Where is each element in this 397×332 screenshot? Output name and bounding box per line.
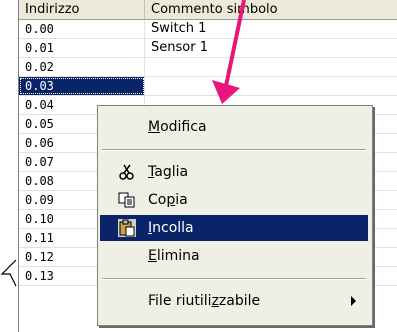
menu-accelerator: E bbox=[148, 248, 157, 264]
menu-label: limina bbox=[156, 248, 200, 264]
submenu-arrow-icon bbox=[351, 296, 356, 306]
menu-label: File riutili bbox=[148, 293, 212, 309]
column-header-address[interactable]: Indirizzo bbox=[19, 0, 145, 20]
menu-label: odifica bbox=[160, 119, 207, 135]
comment-cell[interactable] bbox=[145, 77, 397, 95]
menu-item-incolla[interactable]: Incolla bbox=[100, 215, 368, 241]
scissors-icon bbox=[119, 164, 134, 180]
address-cell[interactable]: 0.02 bbox=[19, 58, 145, 76]
mouse-cursor-icon bbox=[0, 259, 17, 287]
menu-accelerator: p bbox=[166, 192, 176, 208]
address-cell[interactable]: 0.00 bbox=[19, 20, 145, 38]
comment-cell[interactable]: Sensor 1 bbox=[145, 39, 397, 57]
menu-item-taglia[interactable]: Taglia bbox=[100, 159, 368, 185]
column-header-comment[interactable]: Commento simbolo bbox=[145, 0, 397, 20]
menu-label: Co bbox=[148, 192, 167, 208]
menu-item-file-riutilizzabile[interactable]: File riutilizzabile bbox=[100, 288, 368, 314]
menu-label: ia bbox=[175, 192, 188, 208]
annotation-arrow-icon bbox=[212, 0, 246, 104]
address-cell-selected[interactable]: 0.03 bbox=[19, 77, 145, 95]
copy-icon bbox=[118, 192, 135, 208]
menu-accelerator: M bbox=[148, 119, 161, 135]
menu-item-modifica[interactable]: Modifica bbox=[100, 114, 368, 140]
menu-separator bbox=[102, 278, 366, 280]
menu-label: aglia bbox=[154, 164, 189, 180]
menu-label: zabile bbox=[218, 293, 261, 309]
menu-item-copia[interactable]: Copia bbox=[100, 187, 368, 213]
menu-accelerator: z bbox=[211, 293, 219, 309]
address-cell[interactable]: 0.01 bbox=[19, 39, 145, 57]
menu-separator bbox=[102, 149, 366, 151]
menu-item-elimina[interactable]: Elimina bbox=[100, 243, 368, 269]
menu-label: ncolla bbox=[152, 220, 194, 236]
context-menu: Modifica Taglia Copia Incolla Elimina Fi… bbox=[97, 105, 373, 326]
comment-cell[interactable]: Switch 1 bbox=[145, 20, 397, 38]
clipboard-paste-icon bbox=[118, 219, 136, 237]
comment-cell[interactable] bbox=[145, 58, 397, 76]
